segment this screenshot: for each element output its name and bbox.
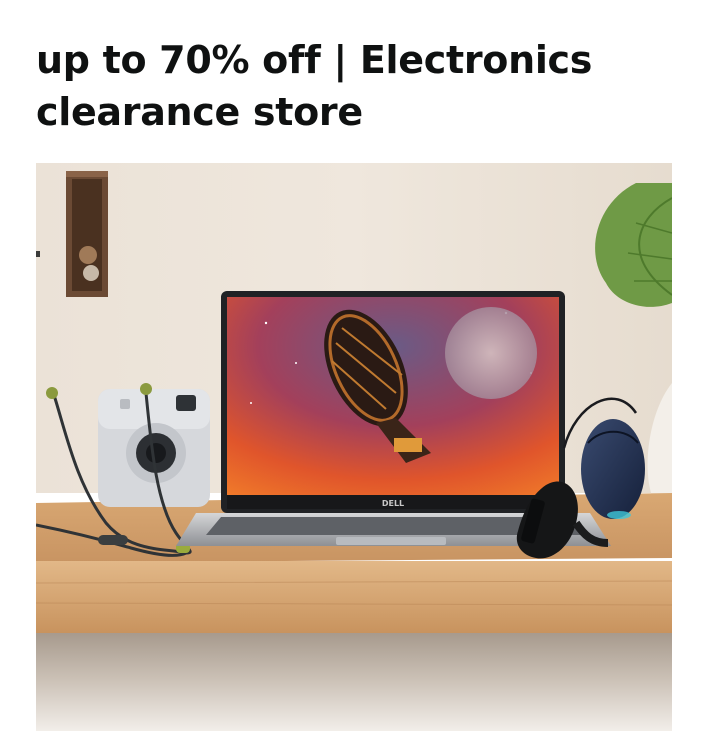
deal-card: up to 70% off | Electronics clearance st… xyxy=(0,0,706,755)
deal-title[interactable]: up to 70% off | Electronics clearance st… xyxy=(36,34,676,138)
wall-shelf-box xyxy=(66,171,108,297)
deal-hero-image-link[interactable]: DELL xyxy=(36,163,672,731)
laptop-brand-logo: DELL xyxy=(382,499,404,508)
instant-camera xyxy=(98,389,210,507)
electronics-hero-image: DELL xyxy=(36,163,672,731)
